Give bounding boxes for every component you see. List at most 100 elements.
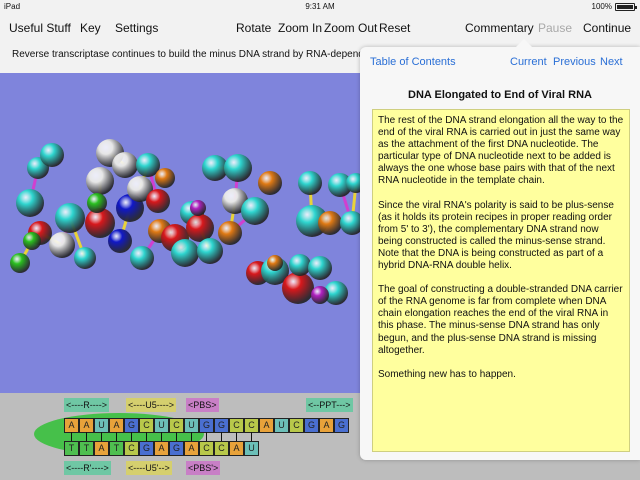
dna-nucleotide: T <box>64 441 79 456</box>
atom-sphere <box>282 272 314 304</box>
atom-sphere <box>108 229 132 253</box>
dna-nucleotide: A <box>94 441 109 456</box>
table-of-contents-link[interactable]: Table of Contents <box>370 56 456 68</box>
rna-nucleotide: A <box>259 418 274 433</box>
rna-strand: AAUAGCUCUGGCCAUCGAG <box>64 418 349 433</box>
commentary-title: DNA Elongated to End of Viral RNA <box>408 89 592 101</box>
dna-nucleotide: C <box>124 441 139 456</box>
dna-strand: TTATCGAGACCAU <box>64 441 259 456</box>
region-label-u5: <----U5----> <box>126 398 176 412</box>
dna-nucleotide: T <box>109 441 124 456</box>
dna-nucleotide: C <box>199 441 214 456</box>
dna-nucleotide: A <box>184 441 199 456</box>
rna-nucleotide: U <box>154 418 169 433</box>
battery-icon <box>615 2 637 11</box>
dna-nucleotide: G <box>169 441 184 456</box>
dna-nucleotide: A <box>154 441 169 456</box>
dna-nucleotide: T <box>79 441 94 456</box>
rna-nucleotide: G <box>124 418 139 433</box>
base-pair-link <box>161 432 162 441</box>
region-label-ppt: <--PPT---> <box>306 398 353 412</box>
atom-sphere <box>146 189 170 213</box>
rna-nucleotide: A <box>64 418 79 433</box>
rna-nucleotide: C <box>139 418 154 433</box>
commentary-popover: Table of Contents Current Previous Next … <box>360 39 640 460</box>
clock: 9:31 AM <box>305 2 335 11</box>
region-label-u5-prime: <----U5'--> <box>126 461 172 475</box>
status-bar: iPad 9:31 AM 100% <box>0 0 640 13</box>
atom-sphere <box>241 197 269 225</box>
atom-sphere <box>16 189 44 217</box>
zoom-out-button[interactable]: Zoom Out <box>324 21 377 35</box>
atom-sphere <box>130 246 154 270</box>
rna-nucleotide: C <box>229 418 244 433</box>
continue-button[interactable]: Continue <box>583 21 631 35</box>
dna-nucleotide: A <box>229 441 244 456</box>
current-link[interactable]: Current <box>510 56 547 68</box>
rna-nucleotide: U <box>94 418 109 433</box>
commentary-paragraph: Something new has to happen. <box>378 368 516 380</box>
rna-nucleotide: A <box>109 418 124 433</box>
atom-sphere <box>258 171 282 195</box>
region-label-r-prime: <----R'----> <box>64 461 111 475</box>
base-pair-link <box>146 432 147 441</box>
rotate-button[interactable]: Rotate <box>236 21 271 35</box>
atom-sphere <box>218 221 242 245</box>
zoom-in-button[interactable]: Zoom In <box>278 21 322 35</box>
atom-sphere <box>23 232 41 250</box>
base-pair-link <box>116 432 117 441</box>
atom-sphere <box>10 253 30 273</box>
dna-nucleotide: U <box>244 441 259 456</box>
base-pair-link <box>206 432 207 441</box>
base-pair-link <box>71 432 72 441</box>
next-link[interactable]: Next <box>600 56 623 68</box>
atom-sphere <box>55 203 85 233</box>
region-label-r: <----R----> <box>64 398 109 412</box>
atom-sphere <box>74 247 96 269</box>
atom-sphere <box>171 239 199 267</box>
commentary-paragraph: The goal of constructing a double-strand… <box>378 284 623 356</box>
rna-nucleotide: C <box>244 418 259 433</box>
atom-sphere <box>155 168 175 188</box>
dna-nucleotide: G <box>139 441 154 456</box>
base-pair-link <box>251 432 252 441</box>
rna-nucleotide: C <box>289 418 304 433</box>
rna-nucleotide: G <box>214 418 229 433</box>
atom-sphere <box>49 232 75 258</box>
atom-sphere <box>86 167 114 195</box>
rna-nucleotide: G <box>199 418 214 433</box>
battery-percent: 100% <box>591 2 612 11</box>
previous-link[interactable]: Previous <box>553 56 596 68</box>
atom-sphere <box>112 152 138 178</box>
commentary-paragraph: Since the viral RNA's polarity is said t… <box>378 199 614 272</box>
rna-nucleotide: G <box>304 418 319 433</box>
key-button[interactable]: Key <box>80 21 101 35</box>
base-pair-link <box>101 432 102 441</box>
dna-nucleotide: C <box>214 441 229 456</box>
rna-nucleotide: G <box>334 418 349 433</box>
reset-button[interactable]: Reset <box>379 21 410 35</box>
commentary-nav: Table of Contents Current Previous Next <box>360 47 640 77</box>
rna-nucleotide: C <box>169 418 184 433</box>
base-pair-link <box>236 432 237 441</box>
commentary-button[interactable]: Commentary <box>465 21 534 35</box>
atom-sphere <box>224 154 252 182</box>
useful-stuff-button[interactable]: Useful Stuff <box>9 21 71 35</box>
step-caption: Reverse transcriptase continues to build… <box>12 49 362 60</box>
atom-sphere <box>40 143 64 167</box>
atom-sphere <box>186 214 214 242</box>
pause-button[interactable]: Pause <box>538 21 572 35</box>
battery-indicator: 100% <box>591 0 637 13</box>
region-label-pbs: <PBS> <box>186 398 219 412</box>
base-pair-link <box>176 432 177 441</box>
base-pair-link <box>86 432 87 441</box>
rna-nucleotide: A <box>319 418 334 433</box>
commentary-text[interactable]: The rest of the DNA strand elongation al… <box>372 109 630 452</box>
atom-sphere <box>197 238 223 264</box>
atom-sphere <box>298 171 322 195</box>
settings-button[interactable]: Settings <box>115 21 158 35</box>
base-pair-link <box>131 432 132 441</box>
commentary-paragraph: The rest of the DNA strand elongation al… <box>378 115 624 187</box>
base-pair-link <box>191 432 192 441</box>
toolbar: Useful Stuff Key Settings Rotate Zoom In… <box>0 13 640 43</box>
